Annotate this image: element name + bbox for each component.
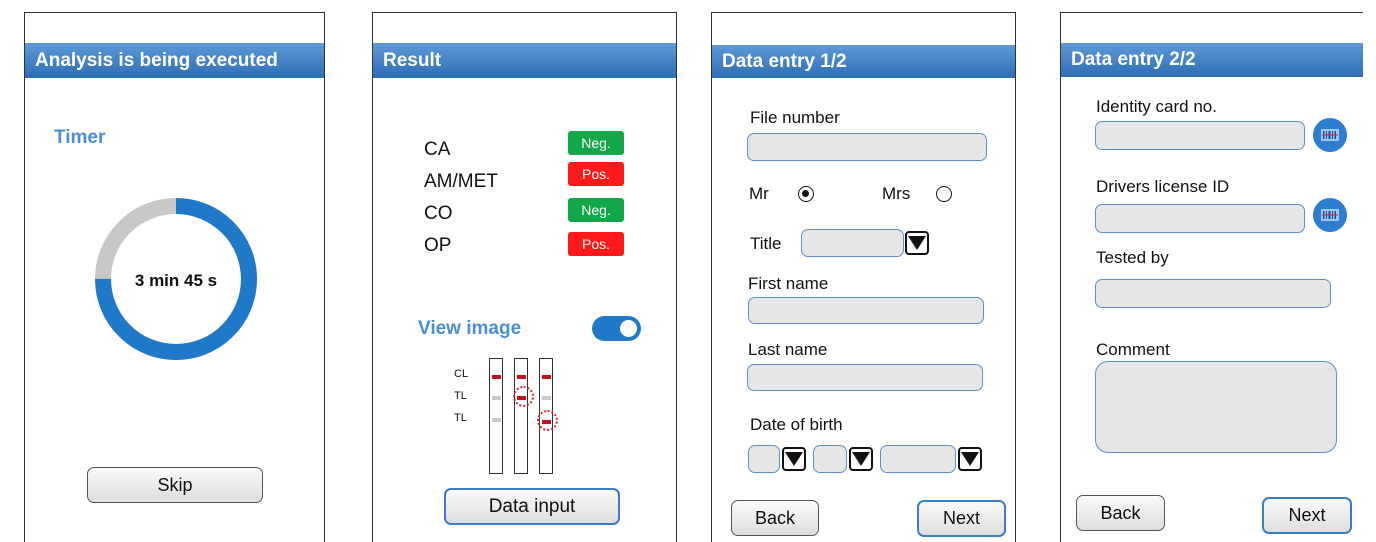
result-name: OP (424, 235, 452, 256)
strip-label: TL (454, 390, 467, 402)
next-button[interactable]: Next (917, 500, 1006, 537)
radio-selected-dot (802, 190, 809, 197)
comment-label: Comment (1096, 340, 1170, 359)
analysis-screen: Analysis is being executed Timer 3 min 4… (24, 12, 325, 542)
header-title: Data entry 2/2 (1071, 49, 1196, 70)
header-title: Result (383, 49, 442, 71)
identity-card-field[interactable] (1095, 121, 1305, 150)
dob-month-dropdown-icon[interactable] (849, 447, 873, 471)
dob-year-dropdown-icon[interactable] (958, 447, 982, 471)
next-button[interactable]: Next (1262, 497, 1352, 534)
barcode-scan-icon[interactable] (1313, 198, 1347, 232)
title-label: Title (750, 234, 782, 253)
test-strip (489, 358, 503, 474)
barcode-glyph (1321, 129, 1339, 141)
dob-label: Date of birth (750, 415, 843, 434)
back-button[interactable]: Back (731, 500, 819, 536)
result-name: CO (424, 203, 453, 224)
test-strip (514, 358, 528, 474)
control-band (517, 375, 526, 379)
test-band (542, 396, 551, 400)
test-band (492, 396, 501, 400)
header-title: Analysis is being executed (35, 49, 278, 71)
mr-label: Mr (749, 184, 769, 203)
mr-radio[interactable] (798, 186, 814, 202)
strip-label: CL (454, 368, 469, 380)
status-badge: Pos. (568, 162, 624, 186)
test-band (492, 418, 501, 422)
mrs-label: Mrs (882, 184, 911, 203)
data-entry-1-screen: Data entry 1/2 File number Mr Mrs Title … (711, 12, 1016, 542)
last-name-field[interactable] (747, 364, 983, 391)
tested-by-field[interactable] (1095, 279, 1331, 308)
toggle-knob (620, 320, 637, 337)
title-dropdown-icon[interactable] (905, 231, 929, 255)
skip-button[interactable]: Skip (87, 467, 263, 503)
status-badge: Pos. (568, 232, 624, 256)
file-number-label: File number (750, 108, 840, 127)
back-button[interactable]: Back (1076, 495, 1165, 531)
screen-header: Analysis is being executed (25, 43, 324, 78)
control-band (492, 375, 501, 379)
test-strip-image: CL TL TL (448, 356, 558, 476)
drivers-license-field[interactable] (1095, 204, 1305, 233)
comment-textarea[interactable] (1095, 361, 1337, 453)
file-number-field[interactable] (747, 133, 987, 161)
view-image-label: View image (418, 318, 522, 339)
identity-card-label: Identity card no. (1096, 97, 1217, 116)
data-entry-2-screen: Data entry 2/2 Identity card no. Drivers… (1060, 12, 1363, 542)
barcode-scan-icon[interactable] (1313, 118, 1347, 152)
data-input-button[interactable]: Data input (444, 488, 620, 525)
first-name-label: First name (748, 274, 829, 293)
highlight-circle (513, 386, 534, 407)
drivers-license-label: Drivers license ID (1096, 177, 1230, 196)
view-image-toggle[interactable] (592, 316, 641, 341)
mrs-radio[interactable] (936, 186, 952, 202)
result-name: CA (424, 139, 451, 160)
dob-day-field[interactable] (748, 445, 780, 473)
tested-by-label: Tested by (1096, 248, 1169, 267)
dob-month-field[interactable] (813, 445, 847, 473)
highlight-circle (537, 410, 558, 431)
strip-label: TL (454, 412, 467, 424)
result-name: AM/MET (424, 171, 498, 192)
timer-label: Timer (54, 127, 106, 148)
title-select-field[interactable] (801, 229, 904, 257)
status-badge: Neg. (568, 131, 624, 155)
control-band (542, 375, 551, 379)
result-screen: Result CA Neg. AM/MET Pos. CO Neg. OP Po… (372, 12, 677, 542)
screen-header: Data entry 1/2 (712, 45, 1015, 78)
screen-header: Data entry 2/2 (1061, 43, 1363, 77)
dob-year-field[interactable] (880, 445, 956, 473)
timer-value: 3 min 45 s (134, 271, 218, 290)
barcode-glyph (1321, 209, 1339, 221)
status-badge: Neg. (568, 198, 624, 222)
header-title: Data entry 1/2 (722, 50, 847, 72)
last-name-label: Last name (748, 340, 828, 359)
dob-day-dropdown-icon[interactable] (782, 447, 806, 471)
first-name-field[interactable] (748, 297, 984, 324)
screen-header: Result (373, 43, 676, 78)
